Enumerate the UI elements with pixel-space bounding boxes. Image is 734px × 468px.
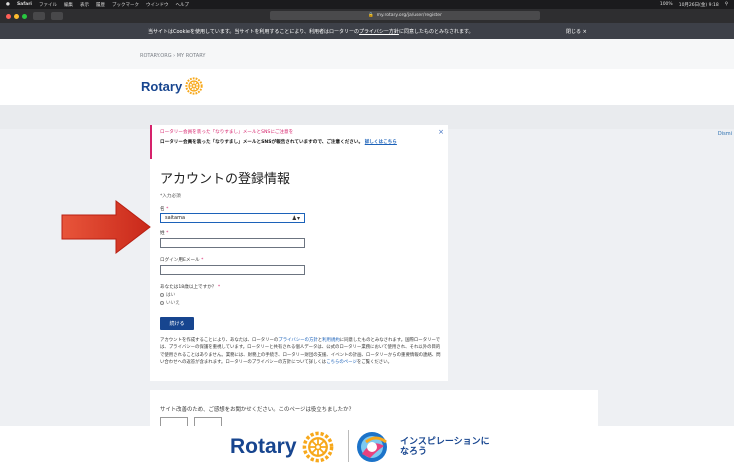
menu-edit[interactable]: 編集 (64, 2, 73, 8)
cookie-text-suffix: に同意したものとみなされます。 (398, 28, 474, 35)
continue-button[interactable]: 続ける (160, 317, 194, 330)
minimize-window-button[interactable] (14, 13, 19, 19)
browser-toolbar: 🔒 my.rotary.org/ja/user/register (0, 9, 734, 23)
privacy-details-link[interactable]: こちらのページ (326, 360, 357, 365)
site-header: Rotary (0, 69, 734, 105)
registration-form: アカウントの登録情報 *入力必須 名 * saitama ♟▾ 姓 * ログイン… (150, 159, 448, 381)
footer-rotary-logo: Rotary (230, 431, 334, 463)
age-question-text: あなたは18歳以上ですか？ (160, 285, 217, 290)
last-name-label: 姓 * (160, 231, 169, 236)
first-name-value: saitama (165, 215, 186, 221)
rotary-wheel-icon (185, 77, 203, 95)
legal-text: アカウントを作成することにより、あなたは、ロータリーのプライバシーの方針と利用規… (160, 337, 442, 366)
page-title: アカウントの登録情報 (160, 172, 291, 187)
radio-circle-icon (160, 293, 164, 297)
age-no-radio[interactable]: いいえ (160, 300, 180, 306)
dismiss-link[interactable]: Dismi (718, 131, 732, 137)
cookie-banner: 当サイトはCookieを使用しています。当サイトを利用することにより、利用者はロ… (0, 23, 734, 39)
window-controls (6, 13, 27, 19)
footer-divider (348, 430, 349, 462)
menu-safari[interactable]: Safari (17, 2, 32, 7)
apple-icon[interactable]: ● (6, 2, 10, 7)
theme-text: インスピレーションに なろう (400, 437, 490, 457)
spotlight-icon[interactable]: ⚲ (725, 2, 728, 8)
autofill-contact-icon[interactable]: ♟▾ (292, 215, 300, 222)
theme-line-2: なろう (400, 447, 428, 457)
page: ROTARY.ORG › MY ROTARY Rotary Dismi ロータリ… (0, 39, 734, 426)
rotary-logo-text: Rotary (141, 78, 183, 94)
footer-banner: Rotary インスピレーションに なろう (0, 426, 734, 468)
back-forward-buttons[interactable] (33, 12, 45, 20)
red-arrow-annotation (61, 199, 151, 255)
email-label: ログイン用Eメール * (160, 258, 204, 263)
last-name-input[interactable] (160, 238, 305, 248)
radio-circle-icon (160, 301, 164, 305)
footer-theme: インスピレーションに なろう (356, 430, 490, 464)
first-name-input[interactable]: saitama ♟▾ (160, 213, 305, 223)
breadcrumb[interactable]: ROTARY.ORG › MY ROTARY (140, 53, 205, 59)
address-bar-url: my.rotary.org/ja/user/register (376, 13, 442, 18)
zoom-window-button[interactable] (22, 13, 27, 19)
cookie-text: 当サイトはCookieを使用しています。当サイトを利用することにより、利用者はロ… (148, 28, 473, 35)
last-name-label-text: 姓 (160, 231, 165, 236)
survey-no-button[interactable] (194, 417, 222, 426)
age-yes-label: はい (166, 293, 176, 298)
feedback-survey: サイト改善のため、ご感想をお聞かせください。このページは役立ちましたか？ (150, 390, 598, 426)
alert-body: ロータリー会員を装った「なりすまし」メールとSNSが報告されていますので、ご注意… (160, 139, 397, 145)
alert-heading: ロータリー会員を装った「なりすまし」メールとSNSにご注意を (160, 130, 294, 135)
breadcrumb-bar: ROTARY.ORG › MY ROTARY (0, 39, 734, 69)
first-name-label-text: 名 (160, 207, 165, 212)
menu-help[interactable]: ヘルプ (175, 2, 189, 8)
alert-close-icon[interactable]: × (438, 128, 444, 136)
survey-question: サイト改善のため、ご感想をお聞かせください。このページは役立ちましたか？ (160, 407, 354, 413)
alert-body-text: ロータリー会員を装った「なりすまし」メールとSNSが報告されていますので、ご注意… (160, 140, 364, 145)
first-name-label: 名 * (160, 207, 169, 212)
legal-text-3: をご覧ください。 (356, 359, 392, 365)
battery-percent[interactable]: 100% (660, 2, 673, 8)
email-label-text: ログイン用Eメール (160, 258, 200, 263)
sidebar-button[interactable] (51, 12, 63, 20)
survey-yes-button[interactable] (160, 417, 188, 426)
footer-rotary-text: Rotary (230, 435, 297, 458)
theme-emblem-icon (357, 432, 387, 462)
menu-bookmarks[interactable]: ブックマーク (112, 2, 139, 8)
rotary-logo[interactable]: Rotary (141, 77, 203, 95)
mac-menubar: ● Safari ファイル 編集 表示 履歴 ブックマーク ウインドウ ヘルプ … (0, 0, 734, 9)
age-question: あなたは18歳以上ですか？ * (160, 285, 221, 290)
menu-window[interactable]: ウインドウ (146, 2, 169, 8)
cookie-text-prefix: 当サイトはCookieを使用しています。当サイトを利用することにより、利用者はロ… (148, 28, 360, 35)
close-window-button[interactable] (6, 13, 11, 19)
footer-rotary-wheel-icon (302, 431, 333, 463)
cookie-privacy-link[interactable]: プライバシー方針 (359, 29, 399, 35)
legal-text-1: アカウントを作成することにより、あなたは、ロータリーの (160, 338, 279, 343)
cookie-close-button[interactable]: 閉じる × (566, 28, 587, 35)
terms-link[interactable]: 利用規約 (322, 338, 340, 343)
menu-history[interactable]: 履歴 (96, 2, 105, 8)
privacy-policy-link[interactable]: プライバシーの方針 (278, 338, 317, 343)
age-no-label: いいえ (166, 301, 180, 306)
lock-icon: 🔒 (368, 13, 374, 18)
alert-details-link[interactable]: 詳しくはこちら (365, 140, 397, 145)
age-yes-radio[interactable]: はい (160, 292, 175, 298)
menu-file[interactable]: ファイル (39, 2, 57, 8)
clock[interactable]: 10月26日(金) 9:18 (679, 2, 719, 8)
menu-view[interactable]: 表示 (80, 2, 89, 8)
address-bar[interactable]: 🔒 my.rotary.org/ja/user/register (270, 11, 540, 20)
email-input[interactable] (160, 265, 305, 275)
theme-line-1: インスピレーションに (400, 437, 490, 447)
required-note: *入力必須 (160, 194, 181, 199)
scam-alert: ロータリー会員を装った「なりすまし」メールとSNSにご注意を ロータリー会員を装… (150, 125, 448, 159)
